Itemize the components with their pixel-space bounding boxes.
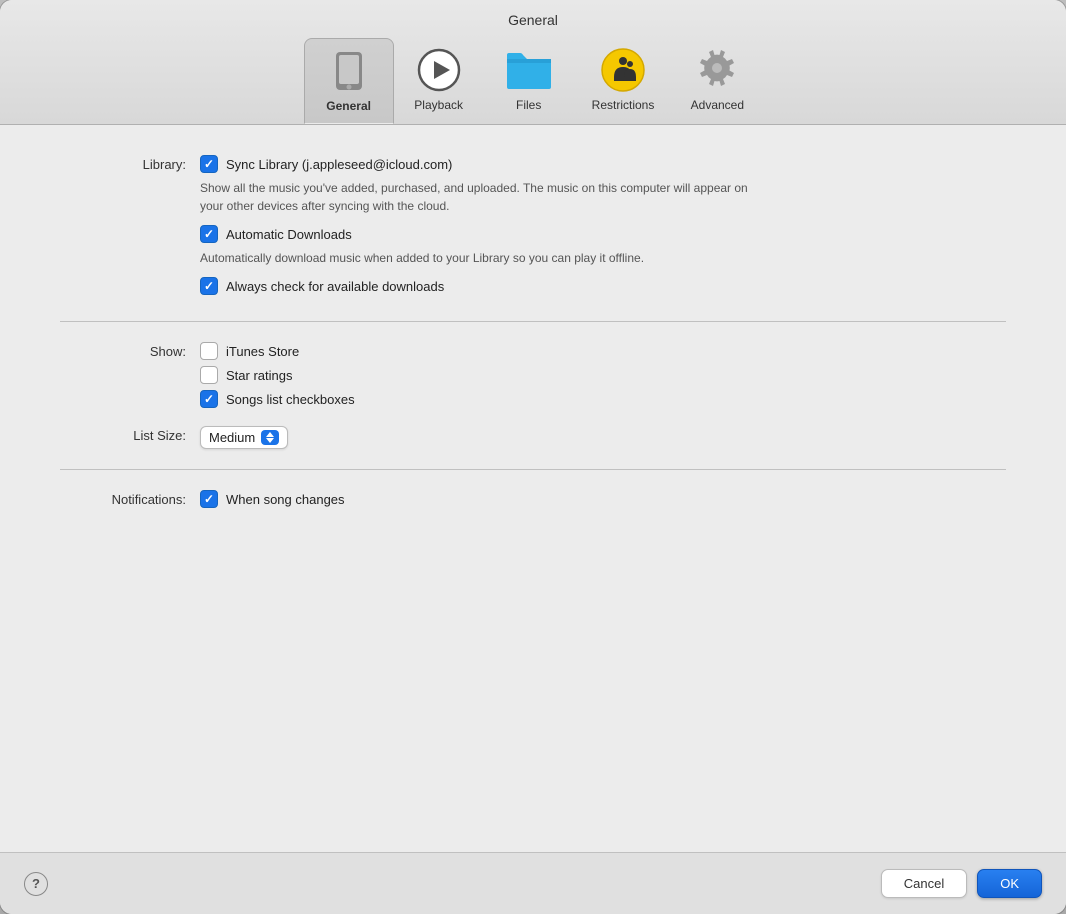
tab-playback[interactable]: Playback [394, 38, 484, 124]
list-size-label: List Size: [60, 426, 200, 443]
auto-downloads-label: Automatic Downloads [226, 227, 352, 242]
footer-buttons: Cancel OK [881, 869, 1042, 898]
general-icon [325, 47, 373, 95]
tab-files-label: Files [516, 98, 541, 112]
always-check-row: Always check for available downloads [200, 277, 1006, 295]
sync-library-checkbox-wrapper[interactable]: Sync Library (j.appleseed@icloud.com) [200, 155, 452, 173]
help-button[interactable]: ? [24, 872, 48, 896]
star-ratings-row: Star ratings [200, 366, 1006, 384]
library-content: Sync Library (j.appleseed@icloud.com) Sh… [200, 155, 1006, 301]
show-label: Show: [60, 342, 200, 359]
notifications-section: Notifications: When song changes [60, 490, 1006, 514]
itunes-store-label: iTunes Store [226, 344, 299, 359]
list-size-row: List Size: Medium [60, 426, 1006, 449]
star-ratings-checkbox-wrapper[interactable]: Star ratings [200, 366, 292, 384]
show-content: iTunes Store Star ratings Songs list che… [200, 342, 1006, 414]
tab-general[interactable]: General [304, 38, 394, 124]
select-arrow-down [266, 438, 274, 443]
files-icon [505, 46, 553, 94]
sync-library-label: Sync Library (j.appleseed@icloud.com) [226, 157, 452, 172]
show-row: Show: iTunes Store Star ratings [60, 342, 1006, 414]
show-section: Show: iTunes Store Star ratings [60, 342, 1006, 449]
star-ratings-label: Star ratings [226, 368, 292, 383]
select-arrow-up [266, 432, 274, 437]
when-song-checkbox[interactable] [200, 490, 218, 508]
tab-general-label: General [326, 99, 371, 113]
list-size-content: Medium [200, 426, 1006, 449]
when-song-checkbox-wrapper[interactable]: When song changes [200, 490, 345, 508]
tab-files[interactable]: Files [484, 38, 574, 124]
restrictions-icon [599, 46, 647, 94]
itunes-store-checkbox-wrapper[interactable]: iTunes Store [200, 342, 299, 360]
always-check-checkbox[interactable] [200, 277, 218, 295]
tab-playback-label: Playback [414, 98, 463, 112]
auto-downloads-row: Automatic Downloads [200, 225, 1006, 243]
cancel-button[interactable]: Cancel [881, 869, 967, 898]
auto-downloads-description: Automatically download music when added … [200, 249, 760, 267]
library-row: Library: Sync Library (j.appleseed@iclou… [60, 155, 1006, 301]
songs-list-checkbox[interactable] [200, 390, 218, 408]
itunes-store-checkbox[interactable] [200, 342, 218, 360]
tab-advanced-label: Advanced [691, 98, 744, 112]
tab-restrictions-label: Restrictions [592, 98, 655, 112]
footer: ? Cancel OK [0, 852, 1066, 914]
notifications-label: Notifications: [60, 490, 200, 507]
auto-downloads-checkbox[interactable] [200, 225, 218, 243]
when-song-label: When song changes [226, 492, 345, 507]
library-label: Library: [60, 155, 200, 172]
notifications-content: When song changes [200, 490, 1006, 514]
toolbar: General Playback [0, 38, 1066, 124]
sync-library-description: Show all the music you've added, purchas… [200, 179, 760, 215]
songs-list-checkbox-wrapper[interactable]: Songs list checkboxes [200, 390, 355, 408]
list-size-select[interactable]: Medium [200, 426, 288, 449]
library-section: Library: Sync Library (j.appleseed@iclou… [60, 155, 1006, 301]
always-check-label: Always check for available downloads [226, 279, 444, 294]
always-check-checkbox-wrapper[interactable]: Always check for available downloads [200, 277, 444, 295]
title-bar: General General [0, 0, 1066, 125]
itunes-store-row: iTunes Store [200, 342, 1006, 360]
sync-library-row: Sync Library (j.appleseed@icloud.com) [200, 155, 1006, 173]
star-ratings-checkbox[interactable] [200, 366, 218, 384]
notifications-row: Notifications: When song changes [60, 490, 1006, 514]
auto-downloads-checkbox-wrapper[interactable]: Automatic Downloads [200, 225, 352, 243]
content-area: Library: Sync Library (j.appleseed@iclou… [0, 125, 1066, 852]
preferences-window: General General [0, 0, 1066, 914]
divider-2 [60, 469, 1006, 470]
list-size-value: Medium [209, 430, 255, 445]
when-song-row: When song changes [200, 490, 1006, 508]
ok-button[interactable]: OK [977, 869, 1042, 898]
tab-restrictions[interactable]: Restrictions [574, 38, 673, 124]
advanced-icon [693, 46, 741, 94]
divider-1 [60, 321, 1006, 322]
window-title: General [0, 12, 1066, 28]
songs-list-label: Songs list checkboxes [226, 392, 355, 407]
select-arrows [261, 430, 279, 445]
songs-list-row: Songs list checkboxes [200, 390, 1006, 408]
sync-library-checkbox[interactable] [200, 155, 218, 173]
playback-icon [415, 46, 463, 94]
tab-advanced[interactable]: Advanced [672, 38, 762, 124]
